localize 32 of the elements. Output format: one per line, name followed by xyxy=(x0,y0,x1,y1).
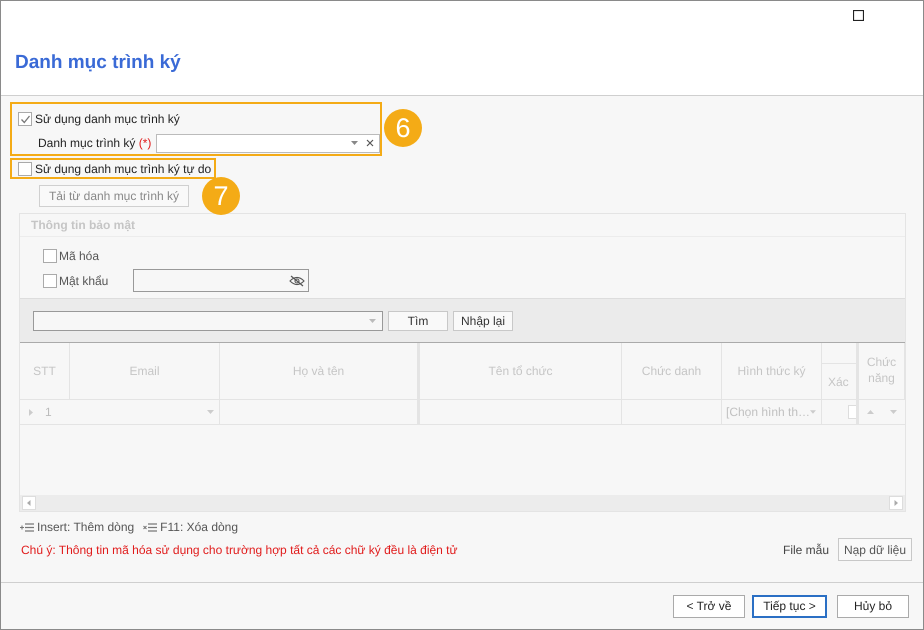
dropdown-caret-icon[interactable] xyxy=(369,318,376,322)
footer-button[interactable]: < Trở về xyxy=(673,594,745,618)
callout-badge: 7 xyxy=(202,177,240,215)
checkbox[interactable] xyxy=(18,112,32,126)
maximize-icon[interactable] xyxy=(853,10,864,21)
dropdown-caret-icon[interactable] xyxy=(207,410,214,414)
delete-row-icon xyxy=(143,522,158,532)
checkbox-label: Sử dụng danh mục trình ký tự do xyxy=(35,162,212,176)
load-data-button[interactable]: Nạp dữ liệu xyxy=(838,538,912,561)
dropdown-caret-icon[interactable] xyxy=(351,141,358,145)
checkbox-label: Mật khẩu xyxy=(59,274,110,288)
scroll-right-icon[interactable] xyxy=(889,496,903,510)
move-down-icon[interactable] xyxy=(890,410,897,414)
checkbox-label: Mã hóa xyxy=(59,248,100,262)
template-file-link[interactable]: File mẫu xyxy=(782,542,829,556)
table-cell: 1 xyxy=(45,405,52,419)
checkbox[interactable] xyxy=(18,162,32,176)
move-up-icon[interactable] xyxy=(867,410,874,414)
shortcut-hint: F11: Xóa dòng xyxy=(160,520,238,534)
window-title: Danh mục trình ký xyxy=(15,52,181,74)
row-indicator-icon xyxy=(29,408,33,416)
note-text: Chú ý: Thông tin mã hóa sử dụng cho trường hợp tất cả các chữ ký đều là điện tử xyxy=(21,542,459,556)
callout-badge: 6 xyxy=(384,109,422,147)
footer-button[interactable]: Hủy bỏ xyxy=(837,594,909,618)
checkbox-label: Sử dụng danh mục trình ký xyxy=(35,112,180,126)
shortcut-hint: Insert: Thêm dòng xyxy=(37,520,134,534)
dropdown-caret-icon[interactable] xyxy=(810,410,816,414)
clear-icon[interactable] xyxy=(366,139,374,147)
scroll-left-icon[interactable] xyxy=(22,496,36,510)
footer-button[interactable]: Tiếp tục > xyxy=(752,594,827,618)
field-label: Danh mục trình ký (*) xyxy=(37,136,152,150)
add-row-icon xyxy=(20,522,34,532)
